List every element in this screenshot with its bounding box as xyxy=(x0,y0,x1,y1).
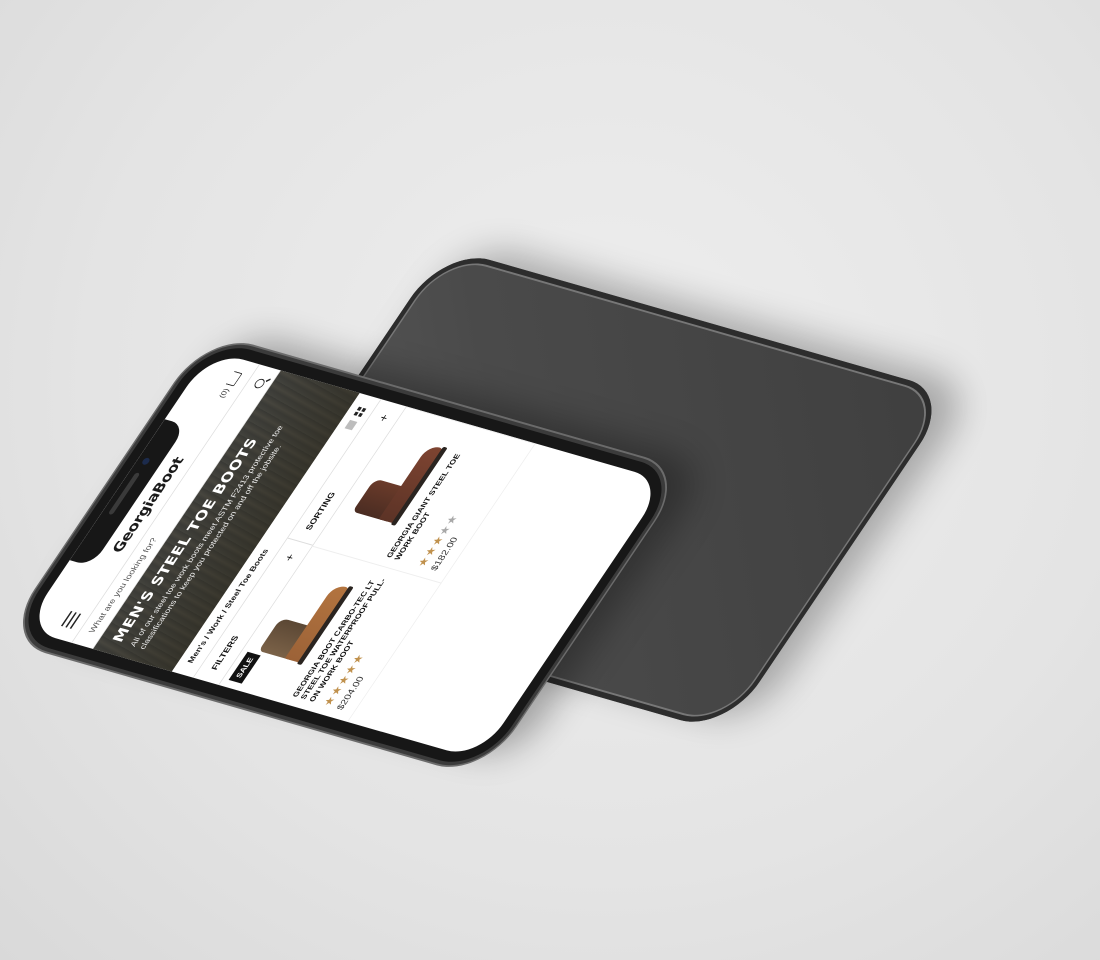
cart-count: (0) xyxy=(217,387,231,399)
mockup-stage: GeorgiaBoot (0) MEN'S STEEL TOE BOOTS Al… xyxy=(0,0,1100,960)
plus-icon: + xyxy=(281,552,298,563)
search-icon[interactable] xyxy=(252,377,267,390)
plus-icon: + xyxy=(375,412,392,423)
grid-view-icon[interactable] xyxy=(353,406,366,417)
front-camera xyxy=(140,457,152,466)
cart-icon xyxy=(225,370,243,387)
list-view-icon[interactable] xyxy=(344,419,358,431)
menu-icon[interactable] xyxy=(60,610,82,629)
